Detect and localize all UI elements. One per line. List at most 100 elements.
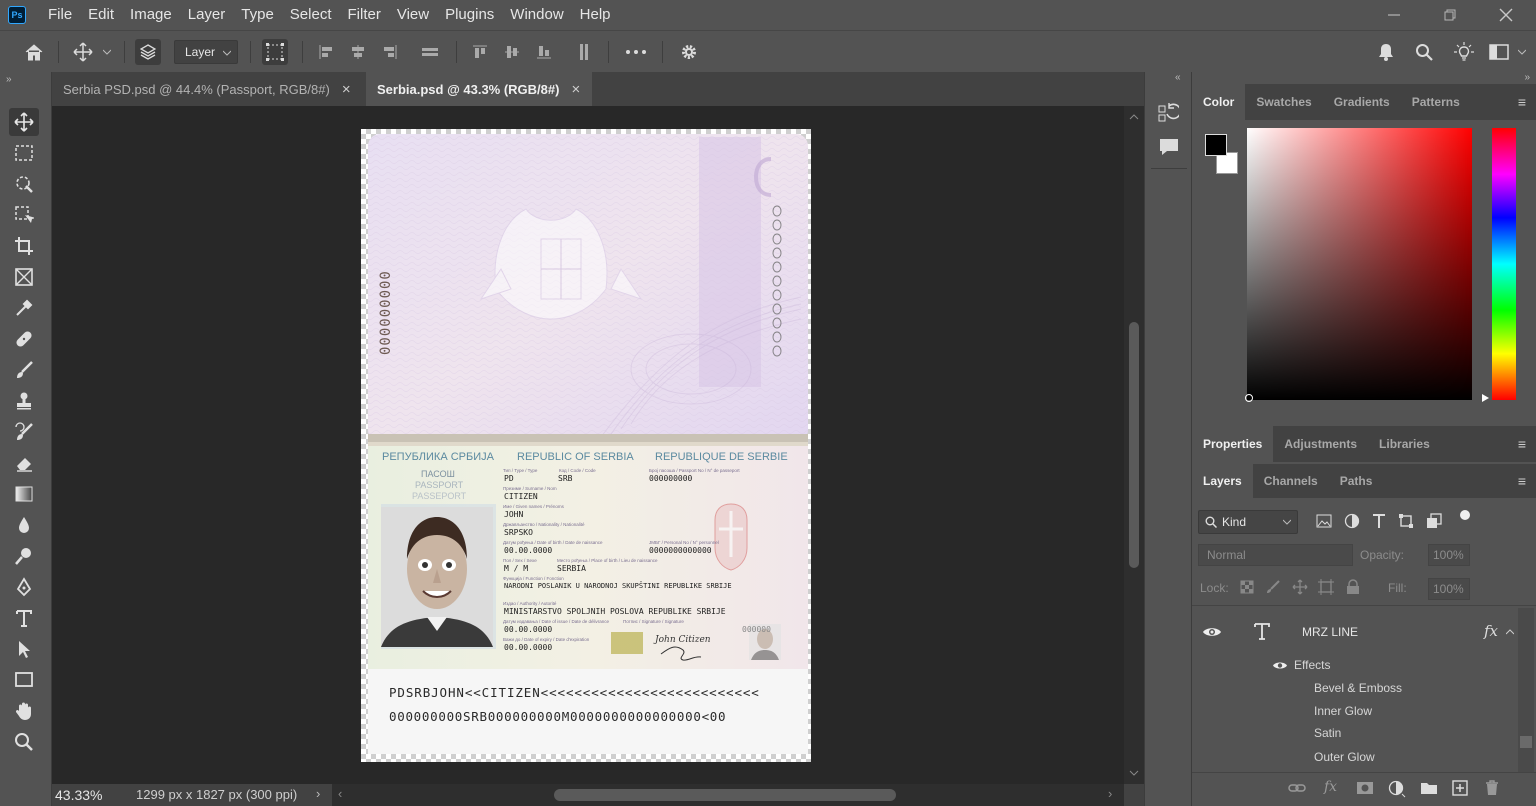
clone-stamp-tool-icon[interactable] <box>9 387 39 415</box>
menu-help[interactable]: Help <box>572 0 619 30</box>
layer-filter-kind-select[interactable]: Kind <box>1198 510 1298 534</box>
move-tool-icon[interactable] <box>9 108 39 136</box>
collapse-toolbar-icon[interactable]: » <box>6 74 12 85</box>
horizontal-scrollbar[interactable]: ‹ › <box>332 784 1124 806</box>
tab-paths[interactable]: Paths <box>1329 464 1384 498</box>
menu-plugins[interactable]: Plugins <box>437 0 502 30</box>
menu-image[interactable]: Image <box>122 0 180 30</box>
align-vertical-center-icon[interactable] <box>500 31 524 73</box>
move-tool-icon[interactable] <box>70 31 96 73</box>
minimize-icon[interactable] <box>1366 0 1422 30</box>
blend-mode-select[interactable]: Normal <box>1198 544 1353 566</box>
scroll-right-icon[interactable]: › <box>1108 786 1112 801</box>
fx-icon[interactable]: fx <box>1484 622 1498 640</box>
transform-controls-icon[interactable] <box>260 31 290 73</box>
type-filter-icon[interactable] <box>1372 513 1386 529</box>
zoom-tool-icon[interactable] <box>9 728 39 756</box>
collapse-panels-icon[interactable]: « <box>1175 72 1181 83</box>
workspace-icon[interactable] <box>1486 31 1512 73</box>
menu-filter[interactable]: Filter <box>340 0 389 30</box>
expand-panels-icon[interactable]: » <box>1524 72 1530 83</box>
fill-input[interactable]: 100% <box>1428 578 1470 600</box>
hand-tool-icon[interactable] <box>9 697 39 725</box>
home-icon[interactable] <box>20 31 48 73</box>
gear-icon[interactable] <box>676 31 702 73</box>
chevron-down-icon[interactable] <box>100 31 114 73</box>
foreground-color-swatch[interactable] <box>1205 134 1227 156</box>
auto-select-icon[interactable] <box>134 31 162 73</box>
close-icon[interactable] <box>1478 0 1534 30</box>
dodge-tool-icon[interactable] <box>9 542 39 570</box>
effect-outer-glow[interactable]: Outer Glow <box>1314 750 1375 764</box>
smart-object-filter-icon[interactable] <box>1426 513 1442 529</box>
shape-filter-icon[interactable] <box>1398 513 1414 529</box>
layer-name[interactable]: MRZ LINE <box>1302 625 1358 639</box>
discover-bulb-icon[interactable] <box>1452 31 1476 73</box>
trash-icon[interactable] <box>1485 780 1499 796</box>
new-layer-icon[interactable] <box>1452 780 1468 796</box>
align-top-icon[interactable] <box>418 31 442 73</box>
chevron-right-icon[interactable]: › <box>316 786 320 801</box>
menu-edit[interactable]: Edit <box>80 0 122 30</box>
history-icon[interactable] <box>1157 102 1179 124</box>
layer-row-mrz-line[interactable]: MRZ LINE fx <box>1192 612 1516 652</box>
menu-select[interactable]: Select <box>282 0 340 30</box>
close-icon[interactable]: × <box>342 81 351 98</box>
effects-row[interactable]: Effects <box>1192 654 1516 676</box>
panel-menu-icon[interactable]: ≡ <box>1518 94 1526 110</box>
marquee-tool-icon[interactable] <box>9 139 39 167</box>
crop-tool-icon[interactable] <box>9 232 39 260</box>
bell-icon[interactable] <box>1374 31 1398 73</box>
crop-select-tool-icon[interactable] <box>9 201 39 229</box>
object-selection-tool-icon[interactable] <box>9 170 39 198</box>
healing-brush-tool-icon[interactable] <box>9 325 39 353</box>
filter-toggle-icon[interactable] <box>1460 510 1470 520</box>
align-bottom-edges-icon[interactable] <box>532 31 556 73</box>
effect-bevel-emboss[interactable]: Bevel & Emboss <box>1314 681 1402 695</box>
search-icon[interactable] <box>1412 31 1436 73</box>
hue-slider[interactable] <box>1492 128 1516 400</box>
lock-transparent-icon[interactable] <box>1240 580 1254 594</box>
maximize-icon[interactable] <box>1422 0 1478 30</box>
scrollbar-thumb[interactable] <box>1129 322 1139 568</box>
lock-position-icon[interactable] <box>1292 579 1308 595</box>
scroll-left-icon[interactable]: ‹ <box>338 786 342 801</box>
menu-type[interactable]: Type <box>233 0 282 30</box>
adjustment-filter-icon[interactable] <box>1344 513 1360 529</box>
more-options-icon[interactable] <box>622 31 650 73</box>
type-tool-icon[interactable] <box>9 604 39 632</box>
gradient-tool-icon[interactable] <box>9 480 39 508</box>
chevron-down-icon[interactable] <box>1514 31 1530 73</box>
align-center-h-icon[interactable] <box>346 31 370 73</box>
color-field[interactable] <box>1247 128 1472 400</box>
document-canvas[interactable]: 000000000 РЕПУБЛИКА СРБИЈА REPUBLIC OF S… <box>361 129 811 762</box>
align-left-icon[interactable] <box>314 31 338 73</box>
scrollbar-thumb[interactable] <box>554 789 896 801</box>
hue-slider-marker[interactable] <box>1482 394 1489 402</box>
vertical-scrollbar[interactable] <box>1124 106 1144 784</box>
eye-icon[interactable] <box>1202 625 1222 639</box>
tab-gradients[interactable]: Gradients <box>1323 84 1401 120</box>
brush-tool-icon[interactable] <box>9 356 39 384</box>
panel-menu-icon[interactable]: ≡ <box>1518 436 1526 452</box>
auto-select-target-select[interactable]: Layer <box>174 40 238 64</box>
tab-channels[interactable]: Channels <box>1253 464 1329 498</box>
add-mask-icon[interactable] <box>1356 781 1374 795</box>
tab-color[interactable]: Color <box>1192 84 1246 120</box>
eyedropper-tool-icon[interactable] <box>9 294 39 322</box>
scrollbar-thumb[interactable] <box>1520 736 1532 748</box>
pixel-filter-icon[interactable] <box>1316 514 1332 528</box>
lock-artboard-icon[interactable] <box>1318 579 1334 595</box>
document-info[interactable]: 1299 px x 1827 px (300 ppi) <box>136 787 297 802</box>
effect-inner-glow[interactable]: Inner Glow <box>1314 704 1372 718</box>
lock-all-icon[interactable] <box>1346 579 1360 595</box>
frame-tool-icon[interactable] <box>9 263 39 291</box>
tab-adjustments[interactable]: Adjustments <box>1273 426 1368 462</box>
opacity-input[interactable]: 100% <box>1428 544 1470 566</box>
panel-menu-icon[interactable]: ≡ <box>1518 473 1526 489</box>
eye-icon[interactable] <box>1272 660 1288 671</box>
color-picker-cursor[interactable] <box>1245 394 1253 402</box>
tab-patterns[interactable]: Patterns <box>1401 84 1471 120</box>
eraser-tool-icon[interactable] <box>9 449 39 477</box>
pen-tool-icon[interactable] <box>9 573 39 601</box>
